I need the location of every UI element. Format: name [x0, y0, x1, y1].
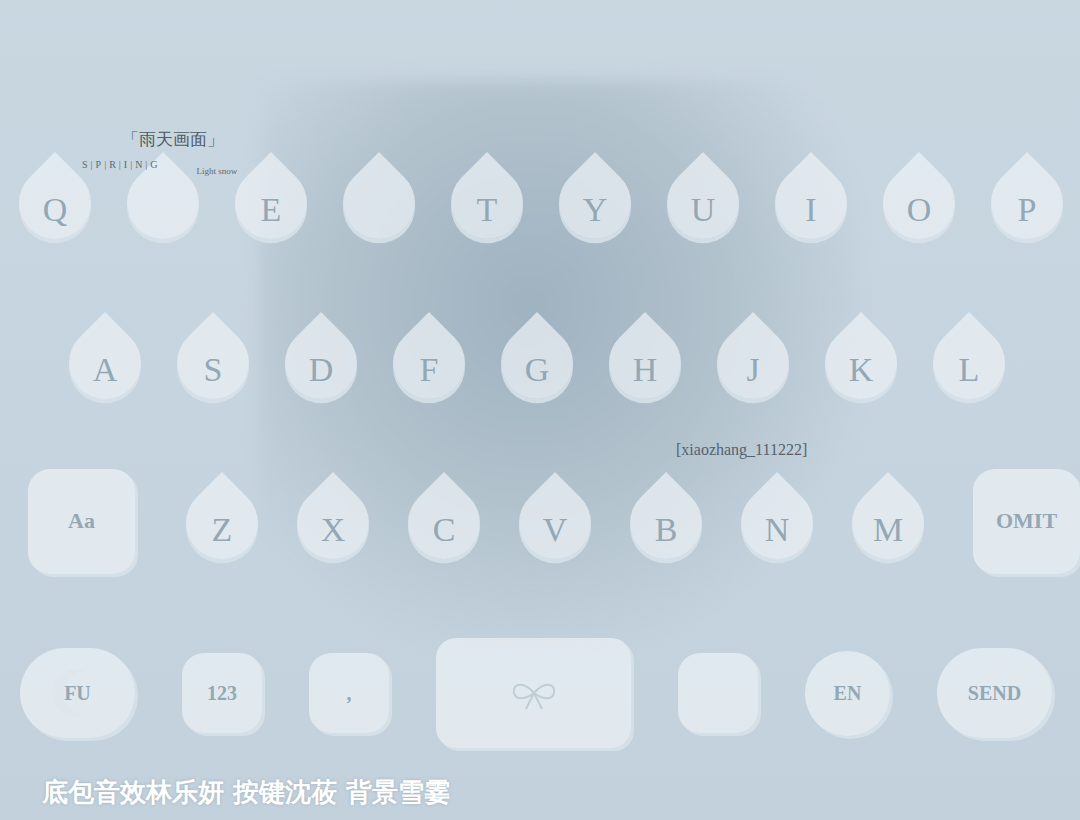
key-label: B [655, 511, 678, 549]
keyboard-key[interactable]: D [271, 305, 371, 417]
keyboard-key[interactable]: Z [172, 465, 272, 577]
key-label: 123 [207, 682, 237, 705]
keyboard-key[interactable]: F [379, 305, 479, 417]
keyboard-key[interactable]: O [869, 145, 969, 257]
bow-icon [504, 673, 564, 713]
keyboard-key[interactable]: E [221, 145, 321, 257]
key-label: T [477, 191, 498, 229]
keyboard-key[interactable]: U [653, 145, 753, 257]
logo-subtitle: S|P|R|I|N|G [82, 159, 161, 170]
keyboard-key[interactable] [678, 653, 758, 733]
key-label: A [93, 351, 118, 389]
key-label: , [347, 682, 352, 705]
keyboard-key[interactable]: V [505, 465, 605, 577]
key-label: FU [64, 682, 91, 705]
key-label: D [309, 351, 334, 389]
key-row: ASDFGHJKL [0, 305, 1080, 417]
logo-title: 「雨天画面」 [82, 128, 237, 151]
keyboard-key[interactable]: J [703, 305, 803, 417]
key-label: H [633, 351, 658, 389]
keyboard-key[interactable]: Aa [28, 469, 135, 574]
key-label: C [433, 511, 456, 549]
logo-sub: S|P|R|I|N|GLight snow [82, 159, 237, 170]
key-label: Q [43, 191, 68, 229]
key-label: K [849, 351, 874, 389]
keyboard-key[interactable]: EN [805, 651, 890, 736]
key-label: G [525, 351, 550, 389]
keyboard-key[interactable]: H [595, 305, 695, 417]
watermark: [xiaozhang_111222] [676, 441, 807, 459]
key-row: Aa Z X C V B N M OMIT [0, 465, 1080, 577]
key-label: M [873, 511, 903, 549]
keyboard-key[interactable]: SEND [937, 648, 1052, 738]
keyboard-key[interactable]: K [811, 305, 911, 417]
keyboard-key[interactable]: G [487, 305, 587, 417]
key-label: V [543, 511, 568, 549]
keyboard-key[interactable]: I [761, 145, 861, 257]
keyboard-key[interactable]: L [919, 305, 1019, 417]
key-label: EN [834, 682, 862, 705]
keyboard-key[interactable]: , [309, 653, 389, 733]
key-row: FU 123, EN SEND [0, 637, 1080, 749]
logo-tag: Light snow [197, 166, 238, 176]
key-label: N [765, 511, 790, 549]
keyboard-skin-preview: Q E T Y U I O P A S D F G H J K L Aa Z X C V B N M OMIT FU 123, EN SE… [0, 0, 1080, 820]
key-label: X [321, 511, 346, 549]
keyboard-key[interactable] [329, 145, 429, 257]
key-label: S [204, 351, 223, 389]
skin-logo: 「雨天画面」 S|P|R|I|N|GLight snow [82, 128, 237, 170]
key-label: F [420, 351, 439, 389]
keyboard-key[interactable]: Y [545, 145, 645, 257]
keyboard-key[interactable]: C [394, 465, 494, 577]
key-label: J [746, 351, 759, 389]
key-label: I [805, 191, 816, 229]
credits-caption: 底包音效林乐妍 按键沈莜 背景雪霎 [0, 749, 1080, 810]
key-label: E [261, 191, 282, 229]
key-label: P [1018, 191, 1037, 229]
keyboard-key[interactable]: X [283, 465, 383, 577]
key-label: Y [583, 191, 608, 229]
key-row: QETYUIOP [0, 145, 1080, 257]
keyboard-key[interactable]: S [163, 305, 263, 417]
key-label: L [959, 351, 980, 389]
keyboard-key[interactable]: N [727, 465, 827, 577]
keyboard-key[interactable]: OMIT [973, 469, 1080, 574]
keyboard-key[interactable]: P [977, 145, 1077, 257]
key-label: OMIT [996, 508, 1057, 534]
key-label: SEND [968, 682, 1021, 705]
keyboard-key[interactable]: 123 [182, 653, 262, 733]
key-label: Aa [68, 508, 95, 534]
keyboard-key[interactable]: T [437, 145, 537, 257]
keyboard-key[interactable]: B [616, 465, 716, 577]
keyboard: Q E T Y U I O P A S D F G H J K L Aa Z X C V B N M OMIT FU 123, EN SE… [0, 0, 1080, 810]
space-key[interactable] [436, 638, 631, 748]
keyboard-key[interactable]: A [55, 305, 155, 417]
key-label: O [907, 191, 932, 229]
key-label: U [691, 191, 716, 229]
key-label: Z [212, 511, 233, 549]
keyboard-key[interactable]: FU [20, 648, 135, 738]
keyboard-key[interactable]: M [838, 465, 938, 577]
